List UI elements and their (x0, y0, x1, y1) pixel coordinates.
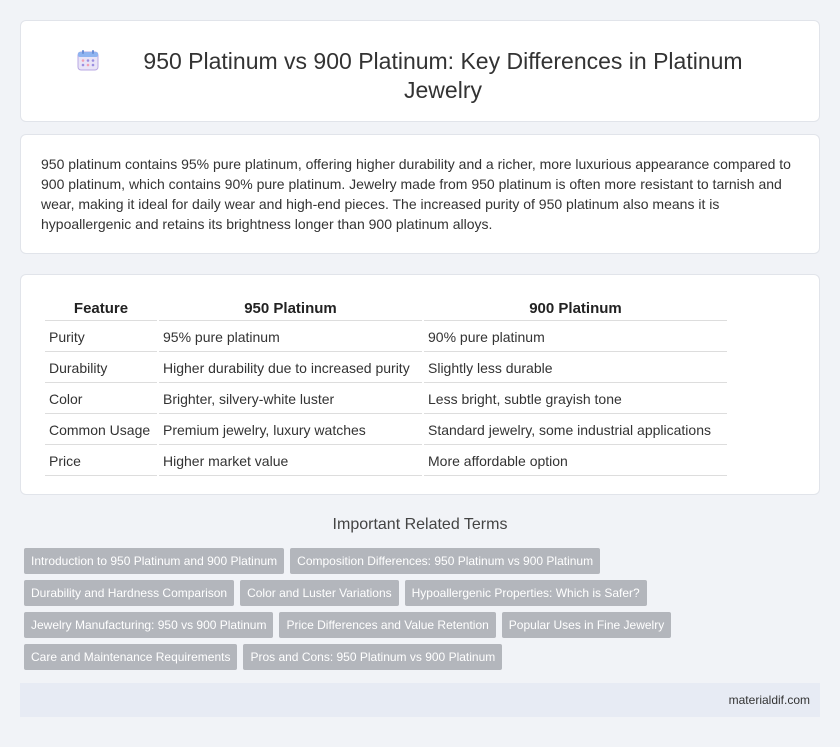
table-row: Durability Higher durability due to incr… (45, 354, 727, 383)
table-cell: 95% pure platinum (159, 323, 422, 352)
tag-row: Jewelry Manufacturing: 950 vs 900 Platin… (24, 612, 824, 638)
related-term-link[interactable]: Pros and Cons: 950 Platinum vs 900 Plati… (243, 644, 503, 670)
footer-site-link[interactable]: materialdif.com (729, 693, 810, 707)
related-term-link[interactable]: Color and Luster Variations (240, 580, 399, 606)
table-cell: Durability (45, 354, 157, 383)
table-cell: Price (45, 447, 157, 476)
table-cell: Common Usage (45, 416, 157, 445)
related-term-link[interactable]: Popular Uses in Fine Jewelry (501, 612, 672, 638)
related-term-link[interactable]: Introduction to 950 Platinum and 900 Pla… (24, 548, 285, 574)
related-term-link[interactable]: Durability and Hardness Comparison (24, 580, 235, 606)
related-terms-list: Introduction to 950 Platinum and 900 Pla… (24, 548, 824, 676)
table-cell: Less bright, subtle grayish tone (424, 385, 727, 414)
table-cell: Higher durability due to increased purit… (159, 354, 422, 383)
comparison-table: Feature 950 Platinum 900 Platinum Purity… (43, 295, 729, 478)
table-cell: Purity (45, 323, 157, 352)
column-header-950: 950 Platinum (159, 297, 422, 321)
table-cell: Slightly less durable (424, 354, 727, 383)
page-title: 950 Platinum vs 900 Platinum: Key Differ… (143, 48, 743, 103)
calendar-icon (77, 50, 99, 71)
table-cell: Color (45, 385, 157, 414)
table-cell: Brighter, silvery-white luster (159, 385, 422, 414)
table-row: Color Brighter, silvery-white luster Les… (45, 385, 727, 414)
comparison-table-card: Feature 950 Platinum 900 Platinum Purity… (20, 274, 820, 495)
table-cell: 90% pure platinum (424, 323, 727, 352)
tag-row: Durability and Hardness Comparison Color… (24, 580, 824, 606)
related-term-link[interactable]: Jewelry Manufacturing: 950 vs 900 Platin… (24, 612, 274, 638)
header-card: 950 Platinum vs 900 Platinum: Key Differ… (20, 20, 820, 122)
column-header-900: 900 Platinum (424, 297, 727, 321)
summary-card: 950 platinum contains 95% pure platinum,… (20, 134, 820, 254)
table-cell: Standard jewelry, some industrial applic… (424, 416, 727, 445)
related-term-link[interactable]: Hypoallergenic Properties: Which is Safe… (404, 580, 647, 606)
table-row: Price Higher market value More affordabl… (45, 447, 727, 476)
table-cell: Premium jewelry, luxury watches (159, 416, 422, 445)
table-row: Purity 95% pure platinum 90% pure platin… (45, 323, 727, 352)
tag-row: Introduction to 950 Platinum and 900 Pla… (24, 548, 824, 574)
table-cell: More affordable option (424, 447, 727, 476)
summary-text: 950 platinum contains 95% pure platinum,… (41, 156, 791, 232)
related-term-link[interactable]: Composition Differences: 950 Platinum vs… (290, 548, 601, 574)
table-cell: Higher market value (159, 447, 422, 476)
footer: materialdif.com (20, 683, 820, 717)
table-header-row: Feature 950 Platinum 900 Platinum (45, 297, 727, 321)
related-term-link[interactable]: Care and Maintenance Requirements (24, 644, 238, 670)
column-header-feature: Feature (45, 297, 157, 321)
related-terms-title: Important Related Terms (332, 516, 508, 533)
related-term-link[interactable]: Price Differences and Value Retention (279, 612, 496, 638)
tag-row: Care and Maintenance Requirements Pros a… (24, 644, 824, 670)
table-row: Common Usage Premium jewelry, luxury wat… (45, 416, 727, 445)
